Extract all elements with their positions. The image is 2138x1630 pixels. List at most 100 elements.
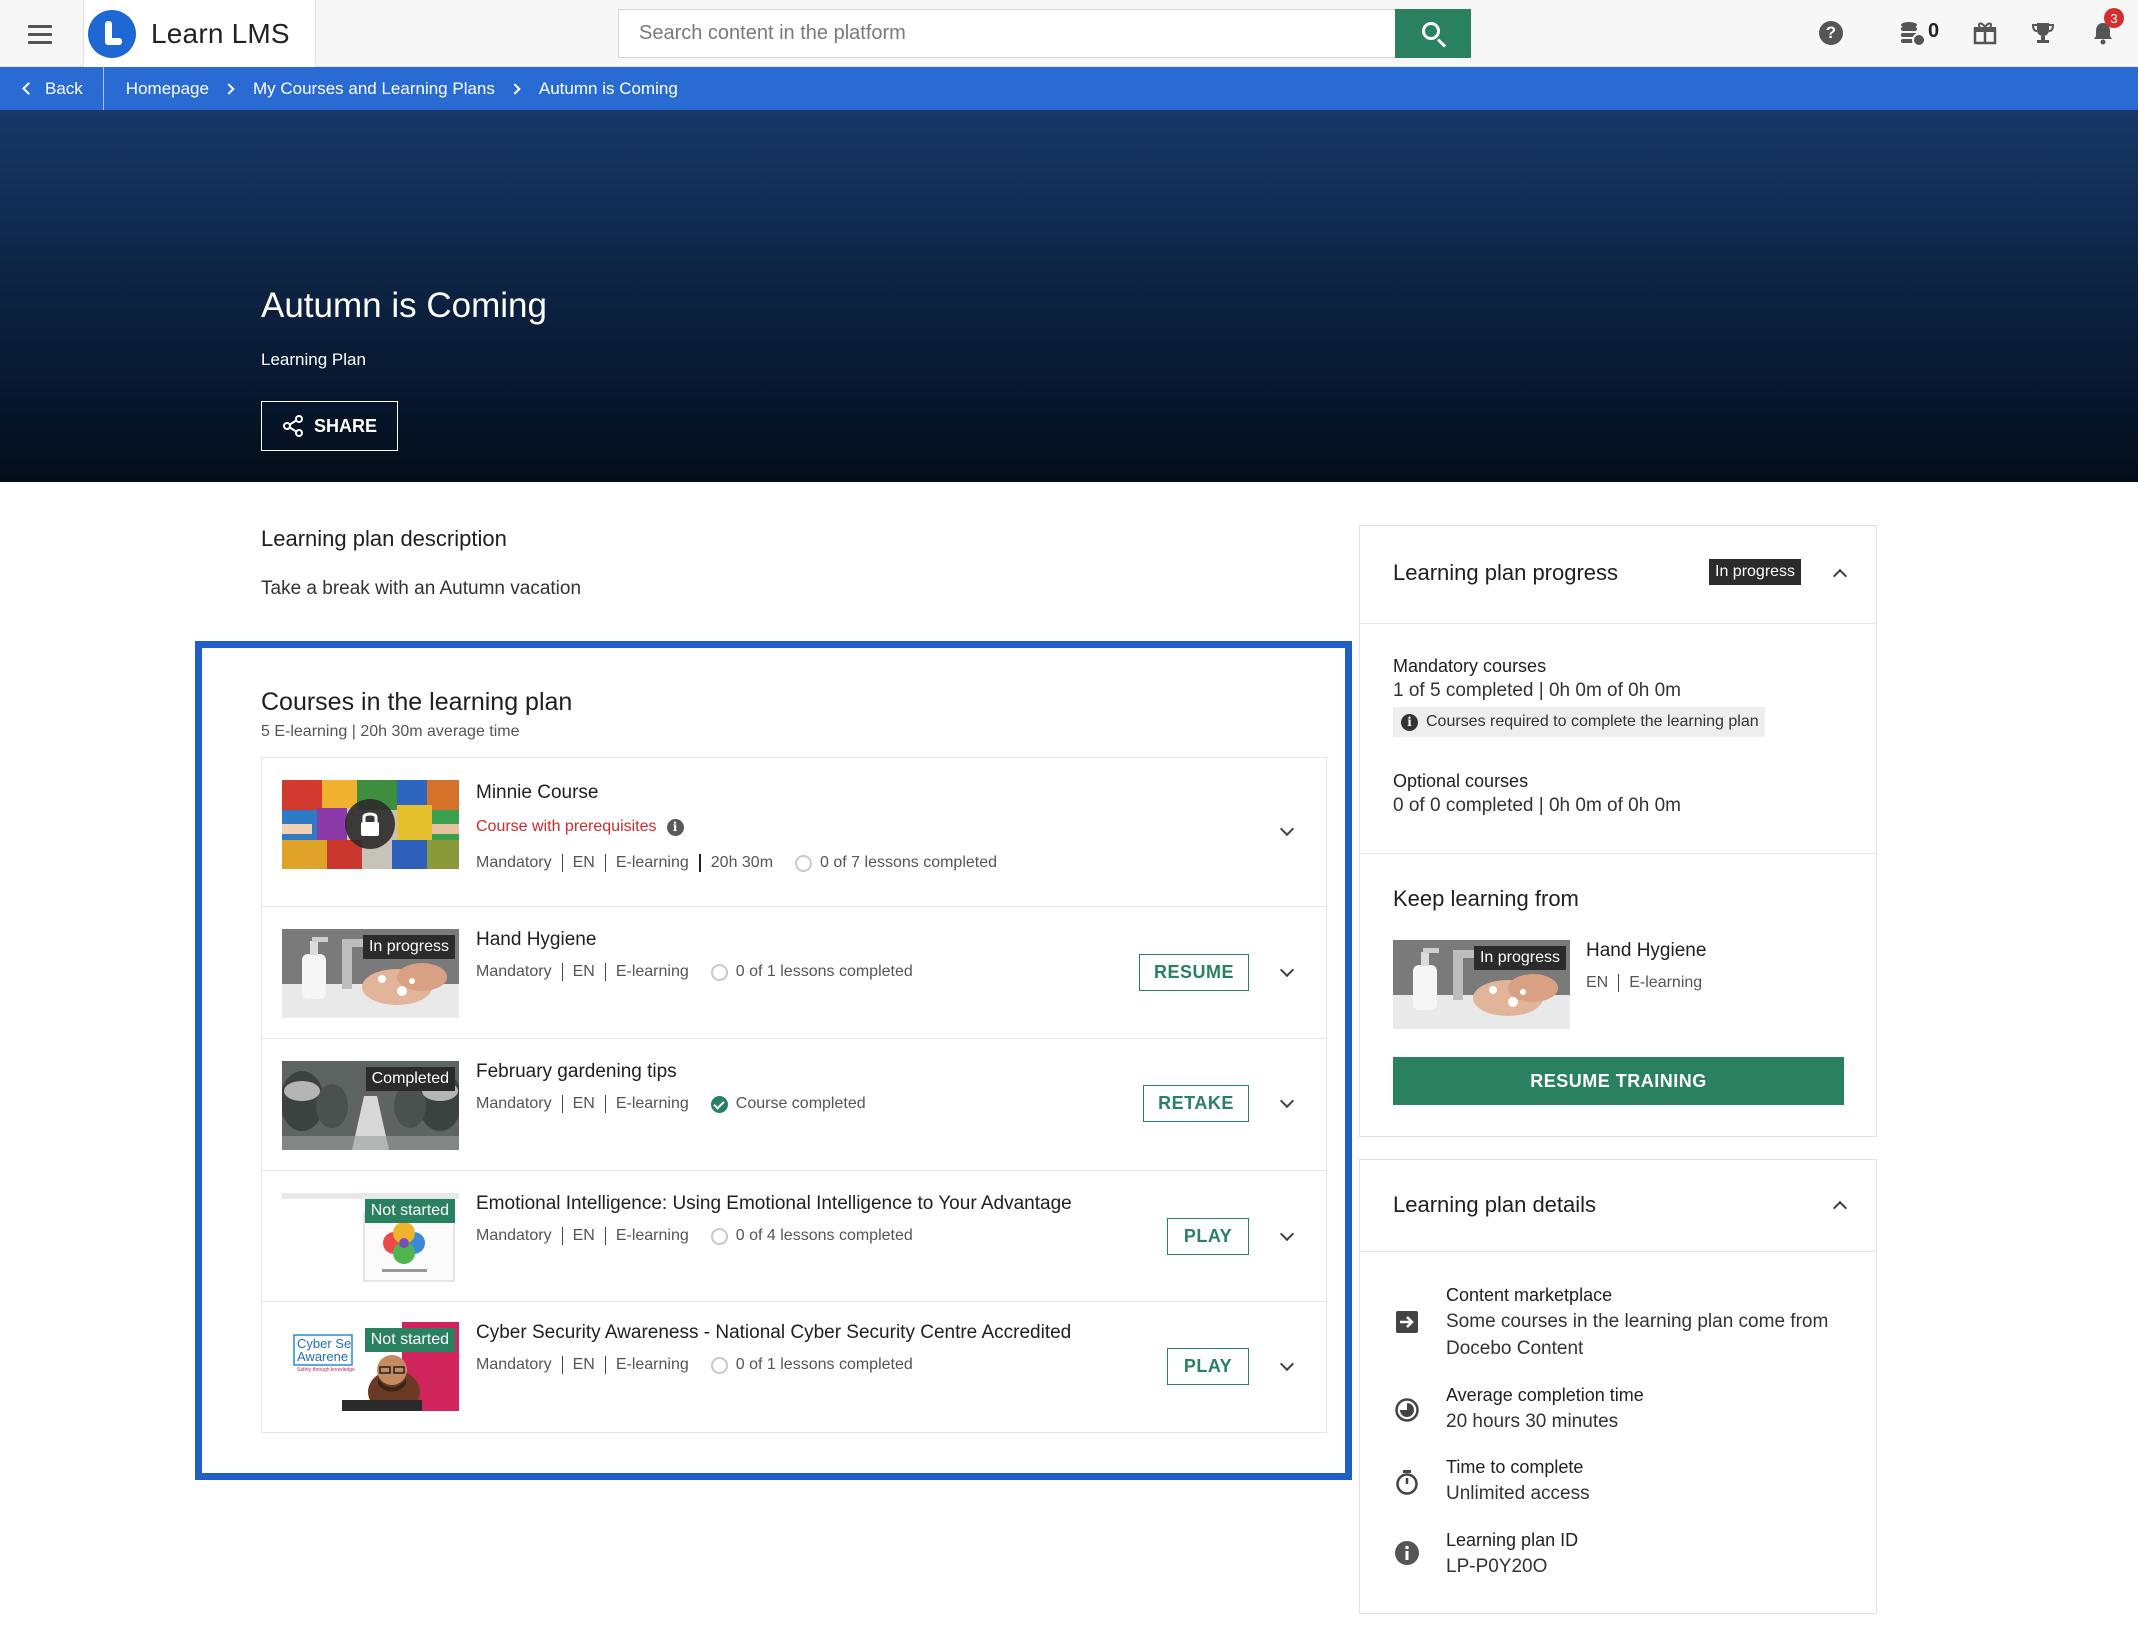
thumbnail-text-line2: Awarene bbox=[297, 1349, 348, 1364]
optional-courses-value: 0 of 0 completed | 0h 0m of 0h 0m bbox=[1393, 795, 1681, 816]
status-badge: Not started bbox=[364, 1328, 455, 1352]
meta-language: EN bbox=[572, 1356, 595, 1373]
course-title[interactable]: Hand Hygiene bbox=[476, 929, 596, 951]
breadcrumb-current: Autumn is Coming bbox=[538, 78, 678, 98]
course-row[interactable]: Not started Emotional Intelligence: Usin… bbox=[262, 1171, 1326, 1302]
hero-banner: Autumn is Coming Learning Plan SHARE bbox=[0, 110, 2138, 482]
back-button[interactable]: Back bbox=[0, 67, 104, 110]
meta-type: E-learning bbox=[615, 963, 689, 980]
retake-button[interactable]: RETAKE bbox=[1143, 1085, 1249, 1122]
course-row[interactable]: In progress Hand Hygiene Mandatory EN E-… bbox=[262, 907, 1326, 1039]
notifications-badge: 3 bbox=[2104, 8, 2124, 28]
arrow-into-box-icon bbox=[1393, 1308, 1421, 1336]
lessons-progress: 0 of 4 lessons completed bbox=[735, 1227, 913, 1244]
chevron-up-icon[interactable] bbox=[1832, 1200, 1848, 1216]
detail-label: Learning plan ID bbox=[1446, 1530, 1579, 1550]
progress-title: Learning plan progress bbox=[1393, 560, 1619, 585]
detail-label: Time to complete bbox=[1446, 1457, 1584, 1477]
chevron-right-icon bbox=[223, 82, 235, 95]
course-title[interactable]: Cyber Security Awareness - National Cybe… bbox=[476, 1322, 1071, 1344]
gift-icon[interactable] bbox=[1970, 17, 2000, 49]
detail-value: Unlimited access bbox=[1446, 1483, 1590, 1504]
chevron-up-icon[interactable] bbox=[1832, 568, 1848, 584]
breadcrumb: Back Homepage My Courses and Learning Pl… bbox=[0, 67, 2138, 110]
page-title: Autumn is Coming bbox=[261, 286, 547, 325]
thumbnail-tagline: Safety through knowledge bbox=[297, 1367, 355, 1373]
coins-icon[interactable] bbox=[1898, 17, 1926, 49]
meta-mandatory: Mandatory bbox=[476, 854, 552, 871]
progress-ring-icon bbox=[710, 1356, 728, 1374]
keep-learning-course[interactable]: Hand Hygiene bbox=[1586, 940, 1706, 962]
search-input[interactable] bbox=[619, 10, 1395, 57]
resume-button[interactable]: RESUME bbox=[1139, 954, 1249, 991]
chevron-down-icon[interactable] bbox=[1279, 821, 1295, 837]
keep-learning-title: Keep learning from bbox=[1393, 886, 1579, 911]
detail-label: Content marketplace bbox=[1446, 1285, 1613, 1305]
course-row[interactable]: Completed February gardening tips Mandat… bbox=[262, 1039, 1326, 1171]
course-title[interactable]: February gardening tips bbox=[476, 1061, 677, 1083]
resume-training-button[interactable]: RESUME TRAINING bbox=[1393, 1057, 1844, 1105]
share-button[interactable]: SHARE bbox=[261, 401, 398, 451]
required-note: i Courses required to complete the learn… bbox=[1393, 707, 1765, 737]
course-meta: Mandatory EN E-learning Course completed bbox=[476, 1095, 866, 1113]
info-icon: i bbox=[1401, 713, 1418, 731]
hamburger-menu-icon[interactable] bbox=[20, 14, 60, 54]
status-badge: In progress bbox=[1473, 946, 1566, 970]
status-badge: Completed bbox=[365, 1067, 455, 1091]
course-title[interactable]: Emotional Intelligence: Using Emotional … bbox=[476, 1193, 1072, 1215]
detail-value: 20 hours 30 minutes bbox=[1446, 1411, 1619, 1432]
breadcrumb-my-courses[interactable]: My Courses and Learning Plans bbox=[253, 79, 495, 99]
status-badge: In progress bbox=[362, 935, 455, 959]
optional-courses-label: Optional courses bbox=[1393, 771, 1529, 791]
keep-learning-thumbnail[interactable]: In progress bbox=[1393, 940, 1570, 1029]
detail-value: Some courses in the learning plan come f… bbox=[1446, 1311, 1829, 1359]
description-text: Take a break with an Autumn vacation bbox=[261, 578, 582, 599]
chevron-down-icon[interactable] bbox=[1279, 962, 1295, 978]
course-thumbnail: Completed bbox=[282, 1061, 459, 1150]
course-thumbnail: Not started bbox=[282, 1193, 459, 1282]
course-row[interactable]: Cyber Se Awarene Safety through knowledg… bbox=[262, 1302, 1326, 1434]
info-icon[interactable]: i bbox=[666, 818, 684, 836]
meta-mandatory: Mandatory bbox=[476, 1095, 552, 1112]
prerequisites-label: Course with prerequisites bbox=[476, 818, 657, 835]
chevron-down-icon[interactable] bbox=[1279, 1356, 1295, 1372]
detail-value: LP-P0Y20O bbox=[1446, 1556, 1548, 1577]
meta-type: E-learning bbox=[615, 854, 689, 871]
progress-card: Learning plan progress In progress Manda… bbox=[1359, 525, 1877, 1137]
chevron-right-icon bbox=[509, 82, 521, 95]
play-button[interactable]: PLAY bbox=[1167, 1348, 1249, 1385]
app-logo[interactable]: Learn LMS bbox=[83, 0, 316, 67]
lessons-progress: 0 of 1 lessons completed bbox=[735, 1356, 913, 1373]
course-list: Minnie Course Course with prerequisites … bbox=[261, 757, 1327, 1433]
course-meta: Mandatory EN E-learning 20h 30m 0 of 7 l… bbox=[476, 854, 997, 872]
logo-mark-icon bbox=[88, 9, 136, 58]
progress-ring-icon bbox=[795, 854, 813, 872]
chevron-down-icon[interactable] bbox=[1279, 1226, 1295, 1242]
coins-count: 0 bbox=[1928, 20, 1940, 42]
play-button[interactable]: PLAY bbox=[1167, 1218, 1249, 1255]
help-icon[interactable]: ? bbox=[1816, 17, 1846, 49]
share-icon bbox=[282, 415, 303, 437]
app-name: Learn LMS bbox=[151, 17, 290, 49]
required-note-text: Courses required to complete the learnin… bbox=[1426, 713, 1759, 730]
breadcrumb-homepage[interactable]: Homepage bbox=[126, 79, 209, 99]
course-thumbnail: In progress bbox=[282, 929, 459, 1018]
meta-language: EN bbox=[572, 1095, 595, 1112]
meta-mandatory: Mandatory bbox=[476, 1227, 552, 1244]
search-icon bbox=[1422, 22, 1440, 40]
courses-subtitle: 5 E-learning | 20h 30m average time bbox=[261, 723, 520, 740]
course-title[interactable]: Minnie Course bbox=[476, 782, 599, 804]
meta-type: E-learning bbox=[615, 1095, 689, 1112]
trophy-icon[interactable] bbox=[2028, 17, 2058, 49]
meta-duration: 20h 30m bbox=[710, 854, 774, 871]
meta-language: EN bbox=[572, 1227, 595, 1244]
search-button[interactable] bbox=[1395, 9, 1471, 58]
chevron-down-icon[interactable] bbox=[1279, 1093, 1295, 1109]
stopwatch-icon bbox=[1393, 1468, 1421, 1496]
top-header: Learn LMS ? 0 3 bbox=[0, 0, 2138, 67]
status-badge: In progress bbox=[1709, 559, 1802, 585]
course-row[interactable]: Minnie Course Course with prerequisites … bbox=[262, 758, 1326, 907]
course-meta: Mandatory EN E-learning 0 of 4 lessons c… bbox=[476, 1227, 913, 1245]
info-icon bbox=[1393, 1539, 1421, 1567]
details-title: Learning plan details bbox=[1393, 1192, 1597, 1217]
